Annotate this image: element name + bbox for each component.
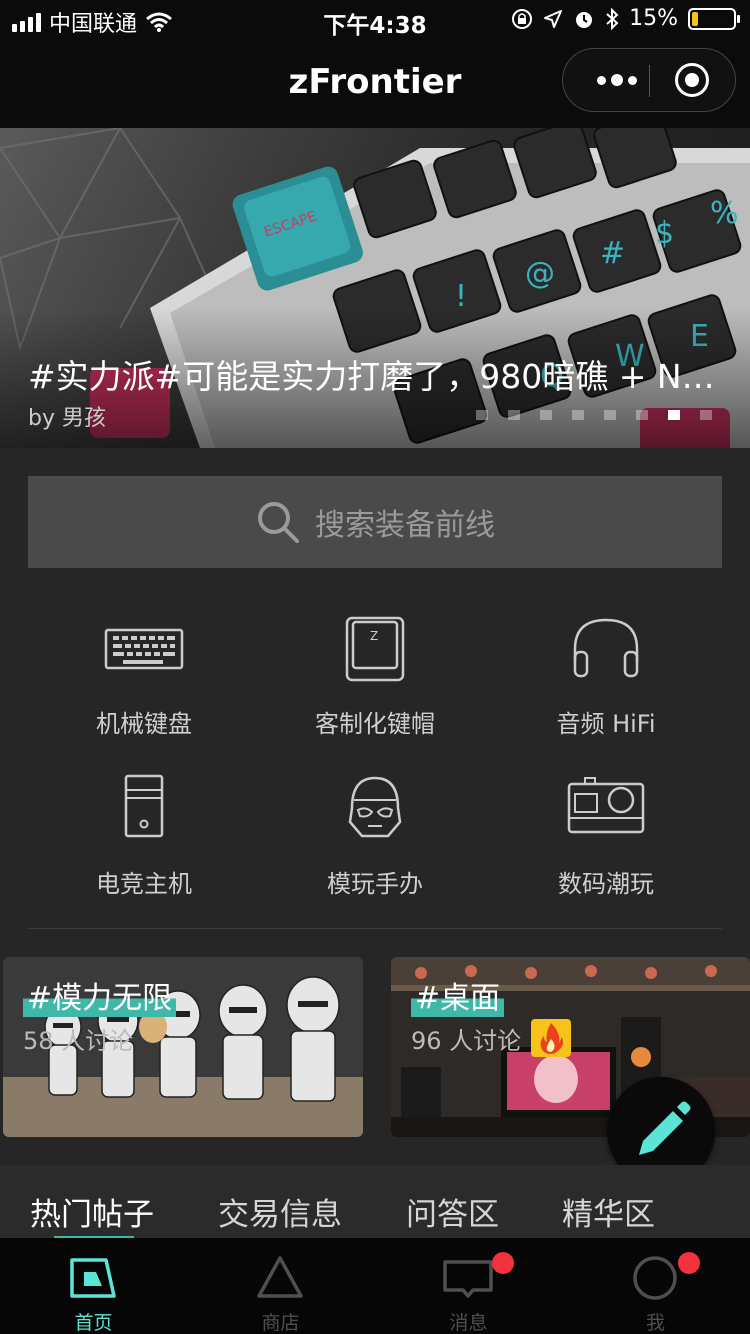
battery-percent: 15% <box>629 6 678 31</box>
category-keycap[interactable]: Z 客制化键帽 <box>260 604 490 739</box>
location-arrow-icon <box>544 9 563 28</box>
hot-badge <box>531 1019 571 1057</box>
category-audio[interactable]: 音频 HiFi <box>491 604 721 739</box>
tabbar-store[interactable]: 商店 <box>187 1238 374 1334</box>
tabbar-label: 首页 <box>74 1312 113 1334</box>
status-bar: 中国联通 下午4:38 15% <box>0 0 750 40</box>
topic-discussion-count: 96 人讨论 <box>411 1027 522 1055</box>
tabbar-label: 我 <box>645 1312 665 1334</box>
headphones-icon <box>573 618 639 678</box>
pc-tower-icon <box>124 774 164 838</box>
carousel-dot <box>636 410 648 420</box>
tabbar-home[interactable]: 首页 <box>0 1238 187 1334</box>
tabbar-label: 消息 <box>449 1312 488 1334</box>
carousel-dot <box>572 410 584 420</box>
tabbar-profile[interactable]: 我 <box>562 1238 749 1334</box>
tab-featured[interactable]: 精华区 <box>562 1189 655 1234</box>
svg-text:%: % <box>710 196 739 231</box>
category-label: 机械键盘 <box>96 710 192 738</box>
tab-qa[interactable]: 问答区 <box>406 1189 499 1234</box>
status-right: 15% <box>511 6 740 31</box>
close-target-icon[interactable] <box>675 63 709 97</box>
carousel-dot <box>668 410 680 420</box>
category-label: 电竞主机 <box>96 870 192 898</box>
carousel-dot <box>604 410 616 420</box>
search-input[interactable]: 搜索装备前线 <box>28 476 722 568</box>
profile-icon <box>633 1256 677 1300</box>
section-divider <box>28 928 722 929</box>
search-icon <box>258 502 299 543</box>
topic-card-moli[interactable]: #模力无限 58 人讨论 <box>3 957 363 1137</box>
message-icon <box>443 1260 493 1298</box>
keycap-icon: Z <box>345 616 405 682</box>
category-label: 模玩手办 <box>327 870 423 898</box>
more-menu-icon[interactable] <box>585 49 649 111</box>
keyboard-icon <box>104 628 184 670</box>
carousel-dot <box>508 410 520 420</box>
nav-bar: zFrontier <box>0 40 750 128</box>
category-label: 数码潮玩 <box>558 870 654 898</box>
fire-icon <box>540 1023 563 1054</box>
banner-author: by 男孩 <box>28 406 106 431</box>
tab-hot-posts[interactable]: 热门帖子 <box>30 1189 154 1234</box>
bluetooth-icon <box>606 7 619 30</box>
tab-trade-info[interactable]: 交易信息 <box>218 1189 342 1234</box>
carousel-indicator <box>476 410 712 420</box>
message-badge <box>492 1252 514 1274</box>
category-label: 音频 HiFi <box>556 710 656 738</box>
topic-title: #模力无限 <box>23 973 177 1017</box>
carousel-dot <box>700 410 712 420</box>
profile-badge <box>678 1252 700 1274</box>
store-triangle-icon <box>257 1256 303 1298</box>
tabbar-messages[interactable]: 消息 <box>375 1238 562 1334</box>
category-keyboard[interactable]: 机械键盘 <box>29 604 259 739</box>
topic-discussion-count: 58 人讨论 <box>23 1027 134 1055</box>
search-placeholder: 搜索装备前线 <box>315 508 495 543</box>
battery-fill <box>692 11 698 26</box>
svg-text:#: # <box>600 236 625 271</box>
alarm-icon <box>576 11 593 28</box>
tabbar-label: 商店 <box>261 1312 300 1334</box>
stormtrooper-icon <box>348 776 402 838</box>
capsule-divider <box>649 65 650 97</box>
mini-program-capsule <box>562 48 736 112</box>
category-figures[interactable]: 模玩手办 <box>260 764 490 899</box>
carousel-dot <box>476 410 488 420</box>
svg-text:$: $ <box>655 216 674 251</box>
category-label: 客制化键帽 <box>315 710 435 738</box>
banner-title: #实力派#可能是实力打磨了，980暗礁 + Ni... <box>28 357 718 396</box>
category-gaming-pc[interactable]: 电竞主机 <box>29 764 259 899</box>
rotation-lock-icon <box>512 8 533 29</box>
battery-icon <box>688 7 740 30</box>
home-icon <box>70 1258 116 1298</box>
category-digital[interactable]: 数码潮玩 <box>491 764 721 899</box>
banner-carousel[interactable]: ESCAPE !@# $% QWE #实力派#可能是实力打磨了，980暗礁 <box>0 128 750 448</box>
topic-title: #桌面 <box>411 973 505 1017</box>
carousel-dot <box>540 410 552 420</box>
svg-text:@: @ <box>525 256 555 291</box>
content-tabs: 热门帖子 交易信息 问答区 精华区 <box>0 1165 750 1240</box>
svg-text:Z: Z <box>370 629 378 643</box>
camera-icon <box>567 777 645 834</box>
bottom-tab-bar: 首页 商店 消息 我 <box>0 1238 750 1334</box>
